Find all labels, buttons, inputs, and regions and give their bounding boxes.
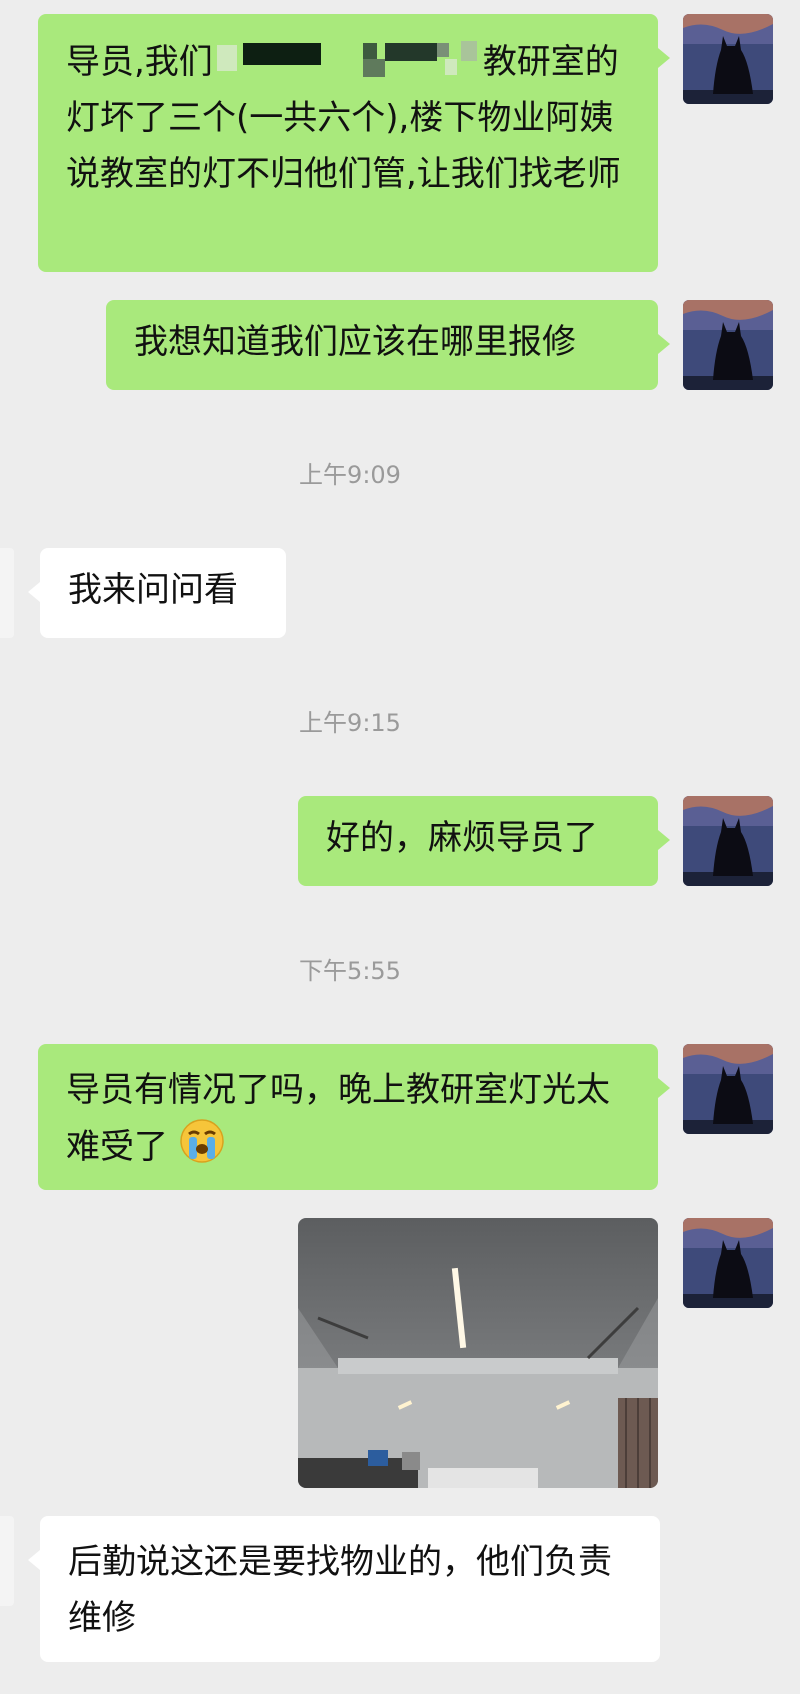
cat-avatar-icon <box>683 796 773 886</box>
my-avatar-2[interactable] <box>683 300 773 390</box>
my-avatar-1[interactable] <box>683 14 773 104</box>
crying-face-icon <box>179 1118 225 1181</box>
message-text: 我来问问看 <box>68 570 238 610</box>
timestamp: 下午5:55 <box>299 957 401 985</box>
my-avatar-3[interactable] <box>683 796 773 886</box>
message-bubble-1[interactable]: 导员,我们 教研室的灯坏了三个(一共六个),楼下物业阿姨说教室的灯不归他们管,让… <box>38 14 670 272</box>
message-bubble-2[interactable]: 我想知道我们应该在哪里报修 <box>106 300 670 390</box>
message-bubble-5[interactable]: 导员有情况了吗，晚上教研室灯光太难受了 <box>38 1044 670 1190</box>
my-avatar-4[interactable] <box>683 1044 773 1134</box>
message-text: 后勤说这还是要找物业的，他们负责维修 <box>68 1542 612 1638</box>
classroom-photo-message[interactable] <box>298 1218 658 1488</box>
redacted-name-block <box>213 38 483 81</box>
message-bubble-4[interactable]: 好的，麻烦导员了 <box>298 796 670 886</box>
chat-view: 导员,我们 教研室的灯坏了三个(一共六个),楼下物业阿姨说教室的灯不归他们管,让… <box>0 0 800 1694</box>
other-avatar-edge[interactable] <box>0 548 14 638</box>
timestamp: 上午9:15 <box>299 709 401 737</box>
message-text: 我想知道我们应该在哪里报修 <box>134 322 576 362</box>
message-text: 好的，麻烦导员了 <box>326 818 598 858</box>
message-bubble-7[interactable]: 后勤说这还是要找物业的，他们负责维修 <box>28 1516 660 1662</box>
message-text: 导员有情况了吗，晚上教研室灯光太难受了 <box>66 1070 610 1167</box>
message-text-prefix: 导员,我们 <box>66 42 213 82</box>
classroom-ceiling-photo <box>298 1218 658 1488</box>
my-avatar-5[interactable] <box>683 1218 773 1308</box>
cat-avatar-icon <box>683 1218 773 1308</box>
cat-avatar-icon <box>683 1044 773 1134</box>
timestamp: 上午9:09 <box>299 461 401 489</box>
message-bubble-3[interactable]: 我来问问看 <box>28 548 286 638</box>
other-avatar-edge[interactable] <box>0 1516 14 1606</box>
cat-avatar-icon <box>683 300 773 390</box>
cat-avatar-icon <box>683 14 773 104</box>
